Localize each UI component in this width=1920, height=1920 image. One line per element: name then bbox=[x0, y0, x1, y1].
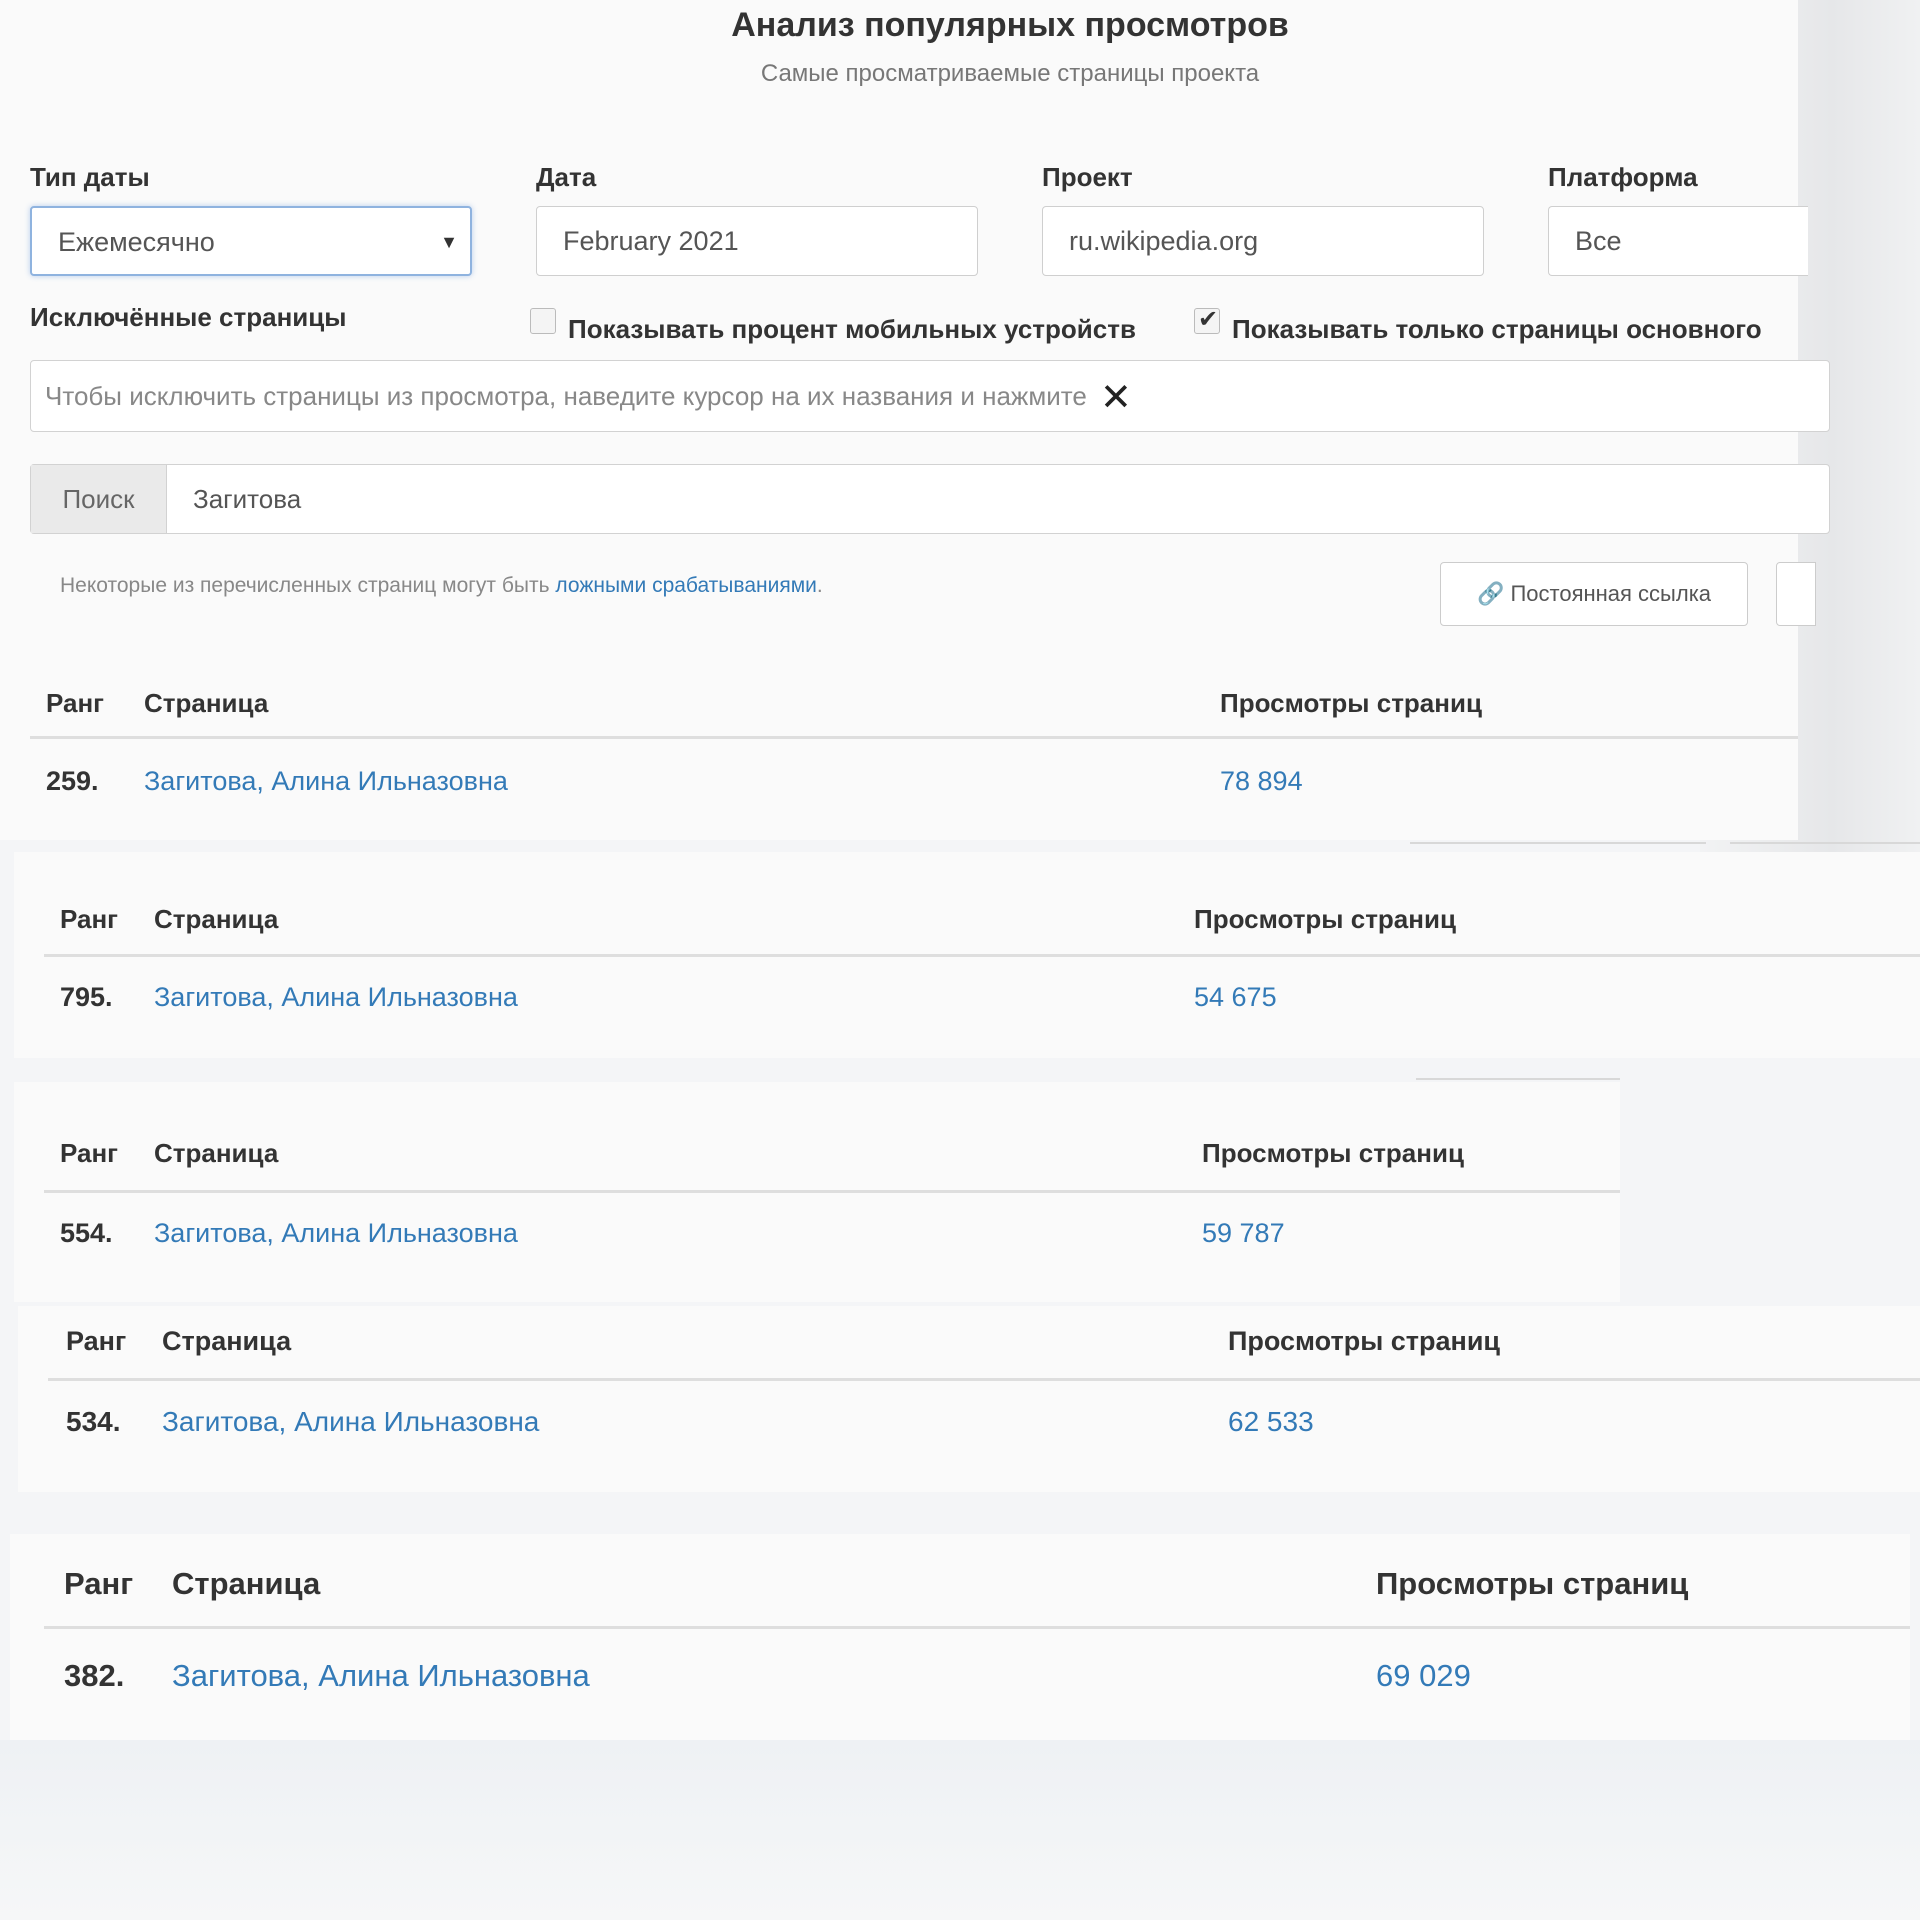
main-namespace-label: Показывать только страницы основного bbox=[1232, 314, 1762, 344]
top-views-panel: Анализ популярных просмотров Самые просм… bbox=[0, 0, 1830, 840]
search-group: Поиск Загитова bbox=[30, 464, 1830, 534]
table-header-divider bbox=[44, 1626, 1910, 1629]
views-link[interactable]: 59 787 bbox=[1202, 1218, 1285, 1249]
platform-label: Платформа bbox=[1548, 162, 1698, 192]
date-value: February 2021 bbox=[563, 226, 739, 256]
table-header-divider bbox=[44, 954, 1920, 957]
page-link[interactable]: Загитова, Алина Ильназовна bbox=[154, 982, 518, 1013]
results-table: Ранг Страница Просмотры страниц 795. Заг… bbox=[14, 852, 1920, 1058]
rank-header: Ранг bbox=[60, 1138, 118, 1168]
mobile-percent-label: Показывать процент мобильных устройств bbox=[568, 314, 1136, 344]
close-icon: ✕ bbox=[1100, 377, 1132, 420]
page-header: Страница bbox=[144, 688, 269, 718]
views-header: Просмотры страниц bbox=[1220, 688, 1482, 718]
page-header: Страница bbox=[162, 1326, 292, 1356]
main-namespace-checkbox[interactable] bbox=[1194, 305, 1220, 334]
rank-header: Ранг bbox=[64, 1566, 134, 1601]
page-header: Страница bbox=[154, 904, 279, 934]
platform-value: Все bbox=[1575, 226, 1622, 256]
page-header: Страница bbox=[172, 1566, 321, 1601]
views-link[interactable]: 62 533 bbox=[1228, 1406, 1314, 1438]
divider-line bbox=[1410, 842, 1706, 844]
excluded-pages-input[interactable]: Чтобы исключить страницы из просмотра, н… bbox=[30, 360, 1830, 432]
rank-header: Ранг bbox=[60, 904, 118, 934]
note-text: Некоторые из перечисленных страниц могут… bbox=[60, 574, 550, 597]
views-link[interactable]: 78 894 bbox=[1220, 766, 1303, 797]
project-input[interactable]: ru.wikipedia.org bbox=[1042, 206, 1484, 276]
views-header: Просмотры страниц bbox=[1202, 1138, 1464, 1168]
views-header: Просмотры страниц bbox=[1376, 1566, 1689, 1601]
table-header-divider bbox=[48, 1378, 1920, 1381]
page-subtitle: Самые просматриваемые страницы проекта bbox=[760, 60, 1260, 87]
false-positive-note: Некоторые из перечисленных страниц могут… bbox=[60, 574, 823, 598]
page-link[interactable]: Загитова, Алина Ильназовна bbox=[162, 1406, 539, 1438]
excluded-pages-placeholder: Чтобы исключить страницы из просмотра, н… bbox=[45, 381, 1087, 411]
table-header-divider bbox=[44, 1190, 1620, 1193]
page-link[interactable]: Загитова, Алина Ильназовна bbox=[144, 766, 508, 797]
views-link[interactable]: 69 029 bbox=[1376, 1658, 1471, 1694]
project-label: Проект bbox=[1042, 162, 1133, 192]
views-link[interactable]: 54 675 bbox=[1194, 982, 1277, 1013]
background-bottom bbox=[0, 1740, 1920, 1920]
page-link[interactable]: Загитова, Алина Ильназовна bbox=[154, 1218, 518, 1249]
mobile-percent-checkbox[interactable] bbox=[530, 308, 556, 334]
views-header: Просмотры страниц bbox=[1194, 904, 1456, 934]
divider-line bbox=[1730, 842, 1920, 844]
download-button[interactable] bbox=[1776, 562, 1816, 626]
rank-cell: 382. bbox=[64, 1658, 125, 1693]
rank-header: Ранг bbox=[46, 688, 104, 718]
search-addon-label: Поиск bbox=[31, 465, 167, 533]
date-type-label: Тип даты bbox=[30, 162, 150, 192]
note-suffix: . bbox=[816, 574, 823, 597]
results-table: Ранг Страница Просмотры страниц 382. Заг… bbox=[10, 1534, 1910, 1740]
rank-cell: 259. bbox=[46, 766, 99, 796]
date-type-select[interactable]: Ежемесячно ▼ bbox=[30, 206, 472, 276]
views-header: Просмотры страниц bbox=[1228, 1326, 1501, 1356]
link-icon: 🔗 bbox=[1476, 581, 1505, 606]
page-header: Страница bbox=[154, 1138, 279, 1168]
false-positives-link[interactable]: ложными срабатываниями bbox=[555, 574, 816, 597]
project-value: ru.wikipedia.org bbox=[1069, 226, 1259, 256]
rank-cell: 554. bbox=[60, 1218, 113, 1248]
date-type-value: Ежемесячно bbox=[58, 227, 215, 257]
caret-down-icon: ▼ bbox=[440, 232, 458, 252]
permalink-label: Постоянная ссылка bbox=[1510, 581, 1712, 606]
page-title: Анализ популярных просмотров bbox=[731, 6, 1289, 44]
search-input[interactable]: Загитова bbox=[193, 465, 301, 533]
results-table: Ранг Страница Просмотры страниц 534. Заг… bbox=[18, 1306, 1920, 1492]
date-input[interactable]: February 2021 bbox=[536, 206, 978, 276]
excluded-pages-label: Исключённые страницы bbox=[30, 302, 347, 332]
table-header-divider bbox=[30, 736, 1798, 739]
rank-cell: 795. bbox=[60, 982, 113, 1012]
platform-select[interactable]: Все bbox=[1548, 206, 1808, 276]
date-label: Дата bbox=[536, 162, 597, 192]
rank-cell: 534. bbox=[66, 1406, 121, 1437]
page-link[interactable]: Загитова, Алина Ильназовна bbox=[172, 1658, 590, 1694]
divider-line bbox=[1416, 1078, 1620, 1080]
results-table: Ранг Страница Просмотры страниц 554. Заг… bbox=[14, 1082, 1620, 1302]
rank-header: Ранг bbox=[66, 1326, 127, 1356]
permalink-button[interactable]: 🔗 Постоянная ссылка bbox=[1440, 562, 1748, 626]
